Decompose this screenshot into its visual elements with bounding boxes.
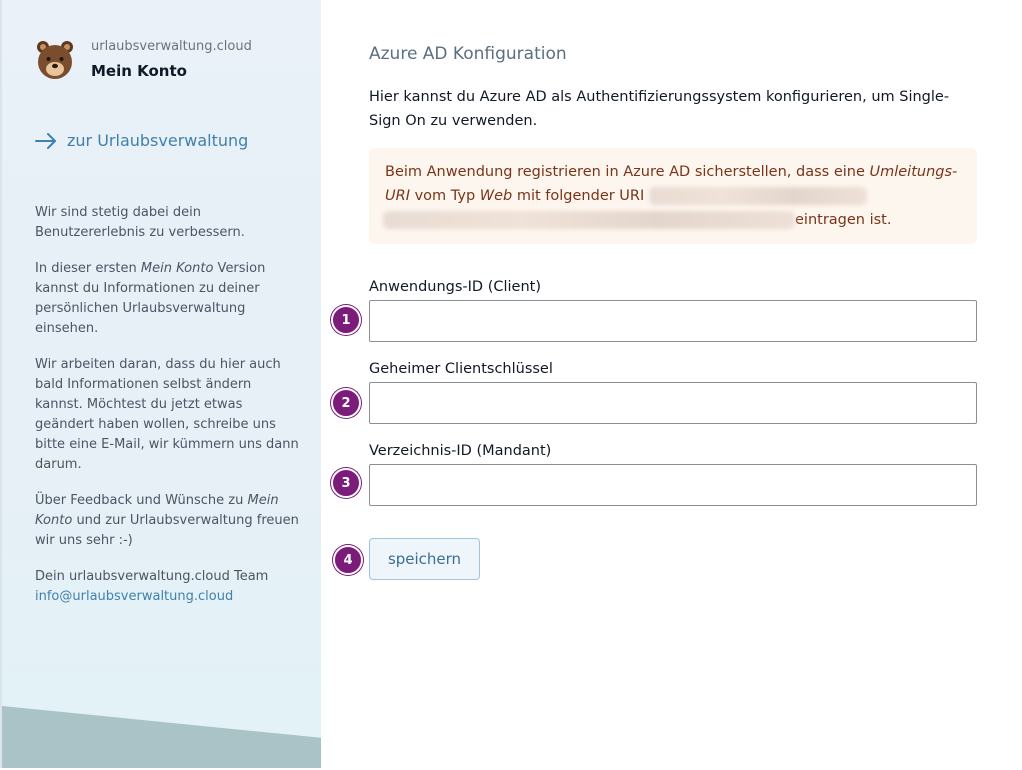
client-secret-input[interactable] — [369, 382, 977, 424]
info-signature: Dein urlaubsverwaltung.cloud Team info@u… — [35, 567, 300, 607]
sidebar-info-text: Wir sind stetig dabei dein Benutzererleb… — [35, 203, 300, 623]
step-badge-3: 3 — [331, 468, 361, 498]
bear-logo-icon — [35, 39, 75, 85]
redirect-uri-notice: Beim Anwendung registrieren in Azure AD … — [369, 148, 977, 244]
step-badge-1: 1 — [331, 305, 361, 335]
step-badge-2: 2 — [331, 388, 361, 418]
save-button[interactable]: speichern — [369, 538, 480, 580]
brand-title: Mein Konto — [91, 62, 187, 80]
redacted-uri — [648, 187, 867, 205]
brand-domain: urlaubsverwaltung.cloud — [91, 39, 252, 54]
step-badge-4: 4 — [333, 545, 363, 575]
sidebar-bottom-wave — [2, 706, 321, 768]
redacted-uri — [383, 211, 795, 229]
client-secret-label: Geheimer Clientschlüssel — [369, 361, 553, 377]
sidebar: urlaubsverwaltung.cloud Mein Konto zur U… — [0, 0, 321, 768]
tenant-id-label: Verzeichnis-ID (Mandant) — [369, 443, 552, 459]
client-id-label: Anwendungs-ID (Client) — [369, 279, 541, 295]
brand: urlaubsverwaltung.cloud Mein Konto — [35, 39, 252, 85]
team-signature: Dein urlaubsverwaltung.cloud Team — [35, 569, 269, 584]
arrow-right-icon — [35, 132, 57, 149]
info-paragraph-1: Wir sind stetig dabei dein Benutzererleb… — [35, 205, 245, 240]
info-paragraph-4: Über Feedback und Wünsche zu Mein Konto … — [35, 493, 299, 548]
back-link-label: zur Urlaubsverwaltung — [67, 131, 249, 150]
page-title: Azure AD Konfiguration — [369, 44, 567, 64]
tenant-id-input[interactable] — [369, 464, 977, 506]
client-id-input[interactable] — [369, 300, 977, 342]
info-paragraph-3: Wir arbeiten daran, dass du hier auch ba… — [35, 357, 299, 472]
back-to-urlaubsverwaltung-link[interactable]: zur Urlaubsverwaltung — [35, 131, 248, 150]
intro-text: Hier kannst du Azure AD als Authentifizi… — [369, 89, 950, 129]
support-email-link[interactable]: info@urlaubsverwaltung.cloud — [35, 589, 233, 604]
info-paragraph-2: In dieser ersten Mein Konto Version kann… — [35, 261, 266, 336]
